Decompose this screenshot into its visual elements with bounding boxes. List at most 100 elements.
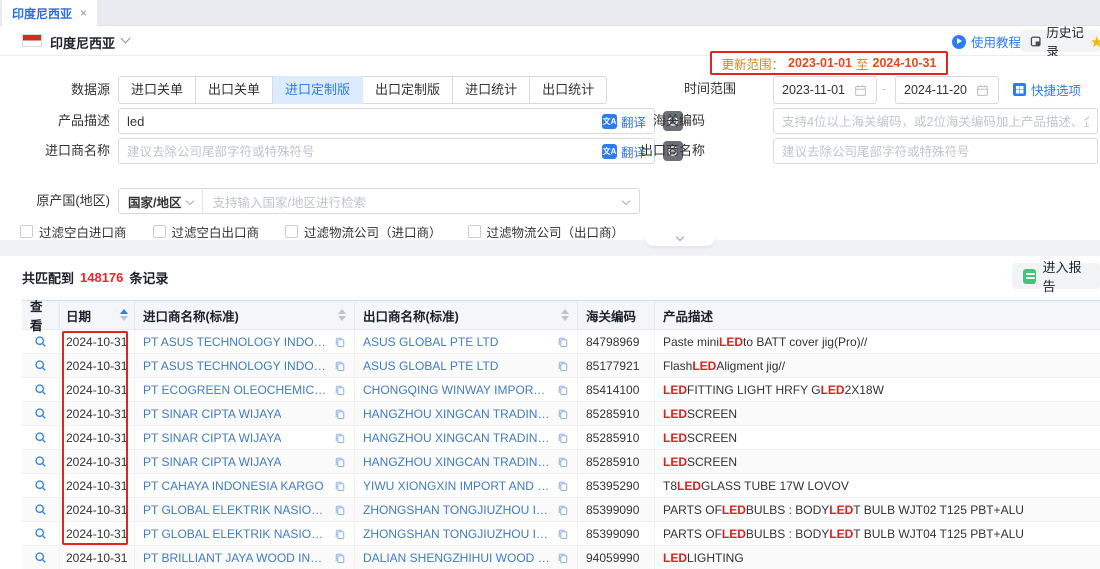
copy-icon[interactable] bbox=[557, 480, 569, 492]
copy-icon[interactable] bbox=[334, 384, 346, 396]
sort-control[interactable] bbox=[555, 309, 569, 321]
importer-input[interactable]: 文A 翻译 bbox=[118, 138, 655, 164]
copy-icon[interactable] bbox=[557, 384, 569, 396]
copy-icon[interactable] bbox=[557, 336, 569, 348]
origin-country-select[interactable]: 国家/地区 支持输入国家/地区进行检索 bbox=[118, 188, 640, 214]
importer-link[interactable]: PT ASUS TECHNOLOGY INDONESIA BA... bbox=[143, 335, 328, 349]
exporter-link[interactable]: ASUS GLOBAL PTE LTD bbox=[363, 335, 498, 349]
hs-code-field[interactable] bbox=[774, 114, 1097, 129]
view-record-button[interactable] bbox=[34, 455, 47, 468]
copy-icon[interactable] bbox=[334, 528, 346, 540]
hs-code-cell: 85285910 bbox=[578, 450, 655, 473]
importer-link[interactable]: PT SINAR CIPTA WIJAYA bbox=[143, 431, 281, 445]
exporter-link[interactable]: DALIAN SHENGZHIHUI WOOD INDUST... bbox=[363, 551, 551, 565]
tab-close-icon[interactable]: × bbox=[80, 7, 87, 19]
view-record-button[interactable] bbox=[34, 431, 47, 444]
sort-control[interactable] bbox=[332, 309, 346, 321]
copy-icon[interactable] bbox=[334, 456, 346, 468]
view-record-button[interactable] bbox=[34, 407, 47, 420]
importer-link[interactable]: PT GLOBAL ELEKTRIK NASIONAL bbox=[143, 503, 328, 517]
product-desc-field[interactable] bbox=[119, 114, 602, 129]
view-record-button[interactable] bbox=[34, 335, 47, 348]
copy-icon[interactable] bbox=[334, 504, 346, 516]
datasource-tab-0[interactable]: 进口关单 bbox=[118, 76, 196, 104]
date-from-field[interactable] bbox=[782, 83, 854, 97]
date-from-input[interactable] bbox=[773, 76, 877, 104]
copy-icon[interactable] bbox=[557, 456, 569, 468]
importer-link[interactable]: PT CAHAYA INDONESIA KARGO bbox=[143, 479, 324, 493]
origin-label: 原产国(地区) bbox=[20, 188, 110, 214]
datasource-tab-2[interactable]: 进口定制版 bbox=[273, 76, 363, 104]
copy-icon[interactable] bbox=[334, 432, 346, 444]
chevron-down-icon bbox=[186, 197, 194, 205]
copy-icon[interactable] bbox=[334, 336, 346, 348]
copy-icon[interactable] bbox=[334, 480, 346, 492]
sort-control[interactable] bbox=[114, 309, 128, 321]
exporter-link[interactable]: ZHONGSHAN TONGJIUZHOU INTERNA... bbox=[363, 527, 551, 541]
exporter-link[interactable]: YIWU XIONGXIN IMPORT AND EXPORT... bbox=[363, 479, 551, 493]
filter-checkbox[interactable]: 过滤物流公司（进口商） bbox=[285, 222, 442, 241]
importer-link[interactable]: PT SINAR CIPTA WIJAYA bbox=[143, 407, 281, 421]
hs-code-input[interactable] bbox=[773, 108, 1098, 134]
chevron-down-icon[interactable] bbox=[121, 34, 131, 44]
view-record-button[interactable] bbox=[34, 359, 47, 372]
exporter-field[interactable] bbox=[774, 144, 1097, 159]
copy-icon[interactable] bbox=[334, 408, 346, 420]
view-record-button[interactable] bbox=[34, 479, 47, 492]
grid-icon bbox=[1013, 83, 1026, 96]
datasource-tab-4[interactable]: 进口统计 bbox=[453, 76, 530, 104]
exporter-link[interactable]: HANGZHOU XINGCAN TRADING CO LTD bbox=[363, 455, 551, 469]
exporter-link[interactable]: ZHONGSHAN TONGJIUZHOU INTERNA... bbox=[363, 503, 551, 517]
exporter-cell: DALIAN SHENGZHIHUI WOOD INDUST... bbox=[355, 546, 578, 569]
table-row: 2024-10-31PT BRILLIANT JAYA WOOD INDUSTR… bbox=[22, 546, 1100, 569]
datasource-tab-1[interactable]: 出口关单 bbox=[196, 76, 273, 104]
search-form: 数据源 进口关单出口关单进口定制版出口定制版进口统计出口统计 时间范围 - 快捷… bbox=[0, 56, 1100, 240]
datasource-tab-3[interactable]: 出口定制版 bbox=[363, 76, 453, 104]
view-record-button[interactable] bbox=[34, 503, 47, 516]
date-to-input[interactable] bbox=[895, 76, 999, 104]
copy-icon[interactable] bbox=[557, 552, 569, 564]
product-desc-input[interactable]: 文A 翻译 bbox=[118, 108, 655, 134]
collapse-form-handle[interactable] bbox=[645, 233, 715, 246]
copy-icon[interactable] bbox=[557, 528, 569, 540]
exporter-link[interactable]: CHONGQING WINWAY IMPORT AND E... bbox=[363, 383, 551, 397]
importer-cell: PT GLOBAL ELEKTRIK NASIONAL bbox=[135, 498, 355, 521]
update-range-label: 更新范围： bbox=[722, 54, 785, 73]
date-to-field[interactable] bbox=[904, 83, 976, 97]
report-icon bbox=[1023, 269, 1036, 284]
view-record-button[interactable] bbox=[34, 551, 47, 564]
copy-icon[interactable] bbox=[334, 360, 346, 372]
origin-scope-dropdown[interactable]: 国家/地区 bbox=[119, 189, 203, 213]
importer-link[interactable]: PT GLOBAL ELEKTRIK NASIONAL bbox=[143, 527, 328, 541]
copy-icon[interactable] bbox=[557, 432, 569, 444]
importer-link[interactable]: PT SINAR CIPTA WIJAYA bbox=[143, 455, 281, 469]
importer-link[interactable]: PT BRILLIANT JAYA WOOD INDUSTRY bbox=[143, 551, 328, 565]
tutorial-link[interactable]: 使用教程 bbox=[952, 32, 1021, 51]
filter-checkbox[interactable]: 过滤物流公司（出口商） bbox=[468, 222, 625, 241]
column-header-exporter[interactable]: 出口商名称(标准) bbox=[355, 301, 578, 329]
filter-checkbox[interactable]: 过滤空白进口商 bbox=[20, 222, 127, 241]
column-header-importer[interactable]: 进口商名称(标准) bbox=[135, 301, 355, 329]
history-button[interactable]: 历史记录 bbox=[1020, 30, 1100, 52]
copy-icon[interactable] bbox=[334, 552, 346, 564]
importer-field[interactable] bbox=[119, 144, 602, 159]
copy-icon[interactable] bbox=[557, 504, 569, 516]
importer-link[interactable]: PT ECOGREEN OLEOCHEMICALS bbox=[143, 383, 328, 397]
datasource-tab-5[interactable]: 出口统计 bbox=[530, 76, 607, 104]
filter-checkbox[interactable]: 过滤空白出口商 bbox=[153, 222, 260, 241]
view-record-button[interactable] bbox=[34, 527, 47, 540]
quick-options-link[interactable]: 快捷选项 bbox=[1013, 80, 1081, 99]
copy-icon[interactable] bbox=[557, 408, 569, 420]
tab-indonesia[interactable]: 印度尼西亚 × bbox=[2, 0, 97, 26]
star-icon[interactable]: ★ bbox=[1090, 33, 1100, 51]
copy-icon[interactable] bbox=[557, 360, 569, 372]
importer-link[interactable]: PT ASUS TECHNOLOGY INDONESIA BA... bbox=[143, 359, 328, 373]
exporter-link[interactable]: ASUS GLOBAL PTE LTD bbox=[363, 359, 498, 373]
exporter-input[interactable] bbox=[773, 138, 1098, 164]
exporter-link[interactable]: HANGZHOU XINGCAN TRADING CO LTD bbox=[363, 431, 551, 445]
exporter-link[interactable]: HANGZHOU XINGCAN TRADING CO LTD bbox=[363, 407, 551, 421]
column-header-date[interactable]: 日期 bbox=[60, 301, 135, 329]
view-record-button[interactable] bbox=[34, 383, 47, 396]
enter-report-button[interactable]: 进入报告 bbox=[1012, 263, 1100, 289]
update-range-start: 2023-01-01 bbox=[788, 56, 852, 70]
